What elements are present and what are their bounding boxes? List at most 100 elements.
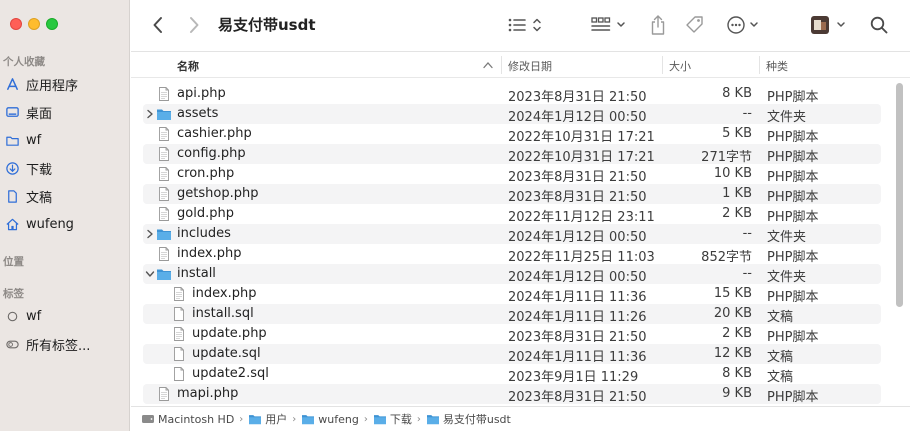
path-bar: Macintosh HD › 用户 › wufeng › 下载 › 易支付带usdt (131, 406, 910, 431)
app-store-icon (4, 76, 20, 92)
file-row[interactable]: gold.php 2022年11月12日 23:11 2 KB PHP脚本 (143, 204, 881, 225)
file-name: index.php (177, 246, 242, 261)
document-file-icon (171, 366, 187, 382)
tag-icon (686, 16, 703, 33)
folder-row[interactable]: install 2024年1月12日 00:50 -- 文件夹 (143, 264, 881, 285)
favorites-section-label: 个人收藏 (3, 56, 45, 68)
file-row[interactable]: config.php 2022年10月31日 17:21 271字节 PHP脚本 (143, 144, 881, 165)
sidebar-item-home[interactable]: wufeng (4, 213, 126, 235)
disclosure-collapsed-icon[interactable] (145, 108, 155, 120)
desktop-icon (4, 104, 20, 120)
group-by-button[interactable] (589, 12, 629, 38)
chevron-right-icon: › (292, 413, 297, 425)
forward-button[interactable] (183, 12, 205, 38)
chevron-right-icon: › (416, 413, 421, 425)
file-name: config.php (177, 146, 246, 161)
avatar-icon (811, 16, 845, 34)
back-button[interactable] (147, 12, 169, 38)
scrollbar-thumb[interactable] (896, 83, 903, 307)
profile-menu-button[interactable] (809, 12, 851, 38)
file-row[interactable]: mapi.php 2023年8月31日 21:50 9 KB PHP脚本 (143, 384, 881, 405)
column-header-name[interactable]: 名称 (177, 58, 199, 74)
ellipsis-circle-icon (727, 16, 758, 34)
path-bar-item[interactable]: wufeng (301, 413, 359, 426)
file-row[interactable]: update2.sql 2023年9月1日 11:29 8 KB 文稿 (143, 364, 881, 385)
php-file-icon (171, 326, 187, 342)
locations-section-label[interactable]: 位置 (3, 254, 24, 269)
sidebar-tag-wf[interactable]: wf (4, 305, 126, 327)
file-name: update.sql (192, 346, 261, 361)
file-row[interactable]: index.php 2022年11月25日 11:03 852字节 PHP脚本 (143, 244, 881, 265)
file-date: 2023年8月31日 21:50 (508, 190, 647, 205)
tag-button[interactable] (683, 12, 707, 38)
sidebar-item-label: 下载 (26, 162, 53, 178)
path-bar-item[interactable]: 下载 (373, 411, 412, 427)
folder-icon (156, 266, 172, 282)
sort-ascending-icon[interactable] (483, 61, 493, 69)
file-size: 8 KB (722, 86, 752, 101)
sidebar-item-desktop[interactable]: 桌面 (4, 101, 126, 123)
sidebar-all-tags[interactable]: 所有标签... (4, 333, 126, 355)
file-date: 2022年10月31日 17:21 (508, 150, 655, 165)
file-name: assets (177, 106, 219, 121)
file-size: 2 KB (722, 326, 752, 341)
search-button[interactable] (867, 12, 891, 38)
column-header-date[interactable]: 修改日期 (508, 58, 552, 74)
folder-icon (4, 132, 20, 148)
tags-section-label[interactable]: 标签 (3, 286, 24, 301)
file-row[interactable]: install.sql 2024年1月11日 11:26 20 KB 文稿 (143, 304, 881, 325)
share-button[interactable] (647, 12, 669, 38)
php-file-icon (156, 386, 172, 402)
sidebar-item-applications[interactable]: 应用程序 (4, 73, 126, 95)
path-bar-item[interactable]: 易支付带usdt (426, 411, 511, 427)
php-file-icon (156, 166, 172, 182)
sidebar-item-wf[interactable]: wf (4, 129, 126, 151)
file-kind: PHP脚本 (767, 210, 819, 225)
close-window-button[interactable] (10, 18, 22, 30)
file-kind: PHP脚本 (767, 90, 819, 105)
disclosure-collapsed-icon[interactable] (145, 228, 155, 240)
file-row[interactable]: getshop.php 2023年8月31日 21:50 1 KB PHP脚本 (143, 184, 881, 205)
file-row[interactable]: update.php 2023年8月31日 21:50 2 KB PHP脚本 (143, 324, 881, 345)
view-mode-list-button[interactable] (505, 12, 545, 38)
folder-row[interactable]: assets 2024年1月12日 00:50 -- 文件夹 (143, 104, 881, 125)
file-size: 20 KB (713, 306, 752, 321)
file-size: 5 KB (722, 126, 752, 141)
file-kind: 文件夹 (767, 110, 807, 125)
column-header-size[interactable]: 大小 (669, 58, 691, 74)
path-bar-item[interactable]: 用户 (248, 411, 287, 427)
sidebar-item-documents[interactable]: 文稿 (4, 185, 126, 207)
more-actions-button[interactable] (725, 12, 765, 38)
sidebar-item-label: wufeng (26, 216, 74, 232)
disclosure-expanded-icon[interactable] (145, 268, 155, 280)
file-size: 10 KB (713, 166, 752, 181)
zoom-window-button[interactable] (46, 18, 58, 30)
minimize-window-button[interactable] (28, 18, 40, 30)
file-date: 2024年1月11日 11:26 (508, 310, 647, 325)
file-date: 2024年1月11日 11:36 (508, 350, 647, 365)
file-row[interactable]: cashier.php 2022年10月31日 17:21 5 KB PHP脚本 (143, 124, 881, 145)
sidebar: 个人收藏 应用程序 桌面 wf 下载 文稿 wufeng 位置 标签 wf 所有… (0, 0, 130, 431)
column-header-kind[interactable]: 种类 (766, 58, 788, 74)
vertical-scrollbar[interactable] (892, 80, 906, 406)
file-row[interactable]: cron.php 2023年8月31日 21:50 10 KB PHP脚本 (143, 164, 881, 185)
chevron-right-icon: › (239, 413, 244, 425)
file-kind: PHP脚本 (767, 150, 819, 165)
file-kind: 文稿 (767, 350, 794, 365)
path-bar-item[interactable]: Macintosh HD (141, 413, 234, 426)
file-row[interactable]: update.sql 2024年1月11日 11:36 12 KB 文稿 (143, 344, 881, 365)
folder-row[interactable]: includes 2024年1月12日 00:50 -- 文件夹 (143, 224, 881, 245)
file-size: -- (742, 226, 752, 241)
grid-group-icon (591, 17, 625, 31)
file-row[interactable]: index.php 2024年1月11日 11:36 15 KB PHP脚本 (143, 284, 881, 305)
file-name: api.php (177, 86, 226, 101)
file-date: 2024年1月12日 00:50 (508, 230, 647, 245)
column-header: 名称 修改日期 大小 种类 (131, 52, 910, 78)
path-bar-label: 下载 (389, 413, 412, 426)
file-size: 271字节 (701, 150, 752, 165)
file-size: 8 KB (722, 366, 752, 381)
sidebar-item-downloads[interactable]: 下载 (4, 157, 126, 179)
file-size: 15 KB (713, 286, 752, 301)
file-row[interactable]: api.php 2023年8月31日 21:50 8 KB PHP脚本 (143, 84, 881, 105)
php-file-icon (156, 86, 172, 102)
